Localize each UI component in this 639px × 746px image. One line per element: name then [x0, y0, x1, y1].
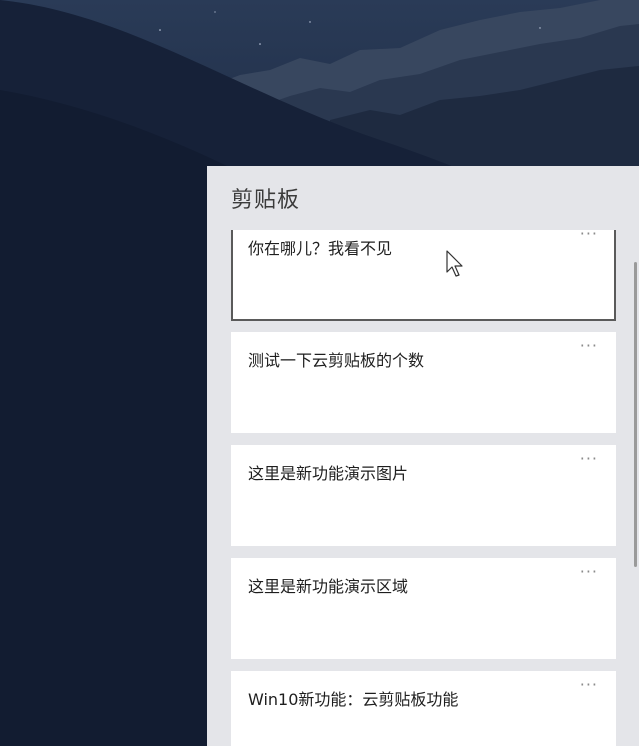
- clipboard-item[interactable]: 这里是新功能演示图片 ···: [231, 445, 616, 546]
- clipboard-item-list[interactable]: 你在哪儿？我看不见 ··· 测试一下云剪贴板的个数 ··· 这里是新功能演示图片…: [207, 230, 639, 746]
- clipboard-item[interactable]: 测试一下云剪贴板的个数 ···: [231, 332, 616, 433]
- clipboard-item[interactable]: 你在哪儿？我看不见 ···: [231, 230, 616, 321]
- clipboard-item-text: 测试一下云剪贴板的个数: [248, 351, 425, 370]
- clipboard-panel: 剪贴板 你在哪儿？我看不见 ··· 测试一下云剪贴板的个数 ··· 这里是新功能…: [207, 166, 639, 746]
- clipboard-item[interactable]: Win10新功能：云剪贴板功能 ···: [231, 671, 616, 746]
- clipboard-item-text: 这里是新功能演示图片: [248, 464, 409, 483]
- more-icon[interactable]: ···: [580, 336, 598, 355]
- clipboard-item[interactable]: 这里是新功能演示区域 ···: [231, 558, 616, 659]
- scrollbar[interactable]: [634, 262, 637, 567]
- more-icon[interactable]: ···: [580, 230, 598, 243]
- more-icon[interactable]: ···: [580, 675, 598, 694]
- more-icon[interactable]: ···: [580, 562, 598, 581]
- panel-title: 剪贴板: [231, 188, 301, 213]
- more-icon[interactable]: ···: [580, 449, 598, 468]
- mouse-pointer-icon: [446, 250, 466, 284]
- clipboard-item-text: Win10新功能：云剪贴板功能: [248, 690, 459, 709]
- clipboard-item-text: 这里是新功能演示区域: [248, 577, 409, 596]
- clipboard-item-text: 你在哪儿？我看不见: [248, 239, 393, 258]
